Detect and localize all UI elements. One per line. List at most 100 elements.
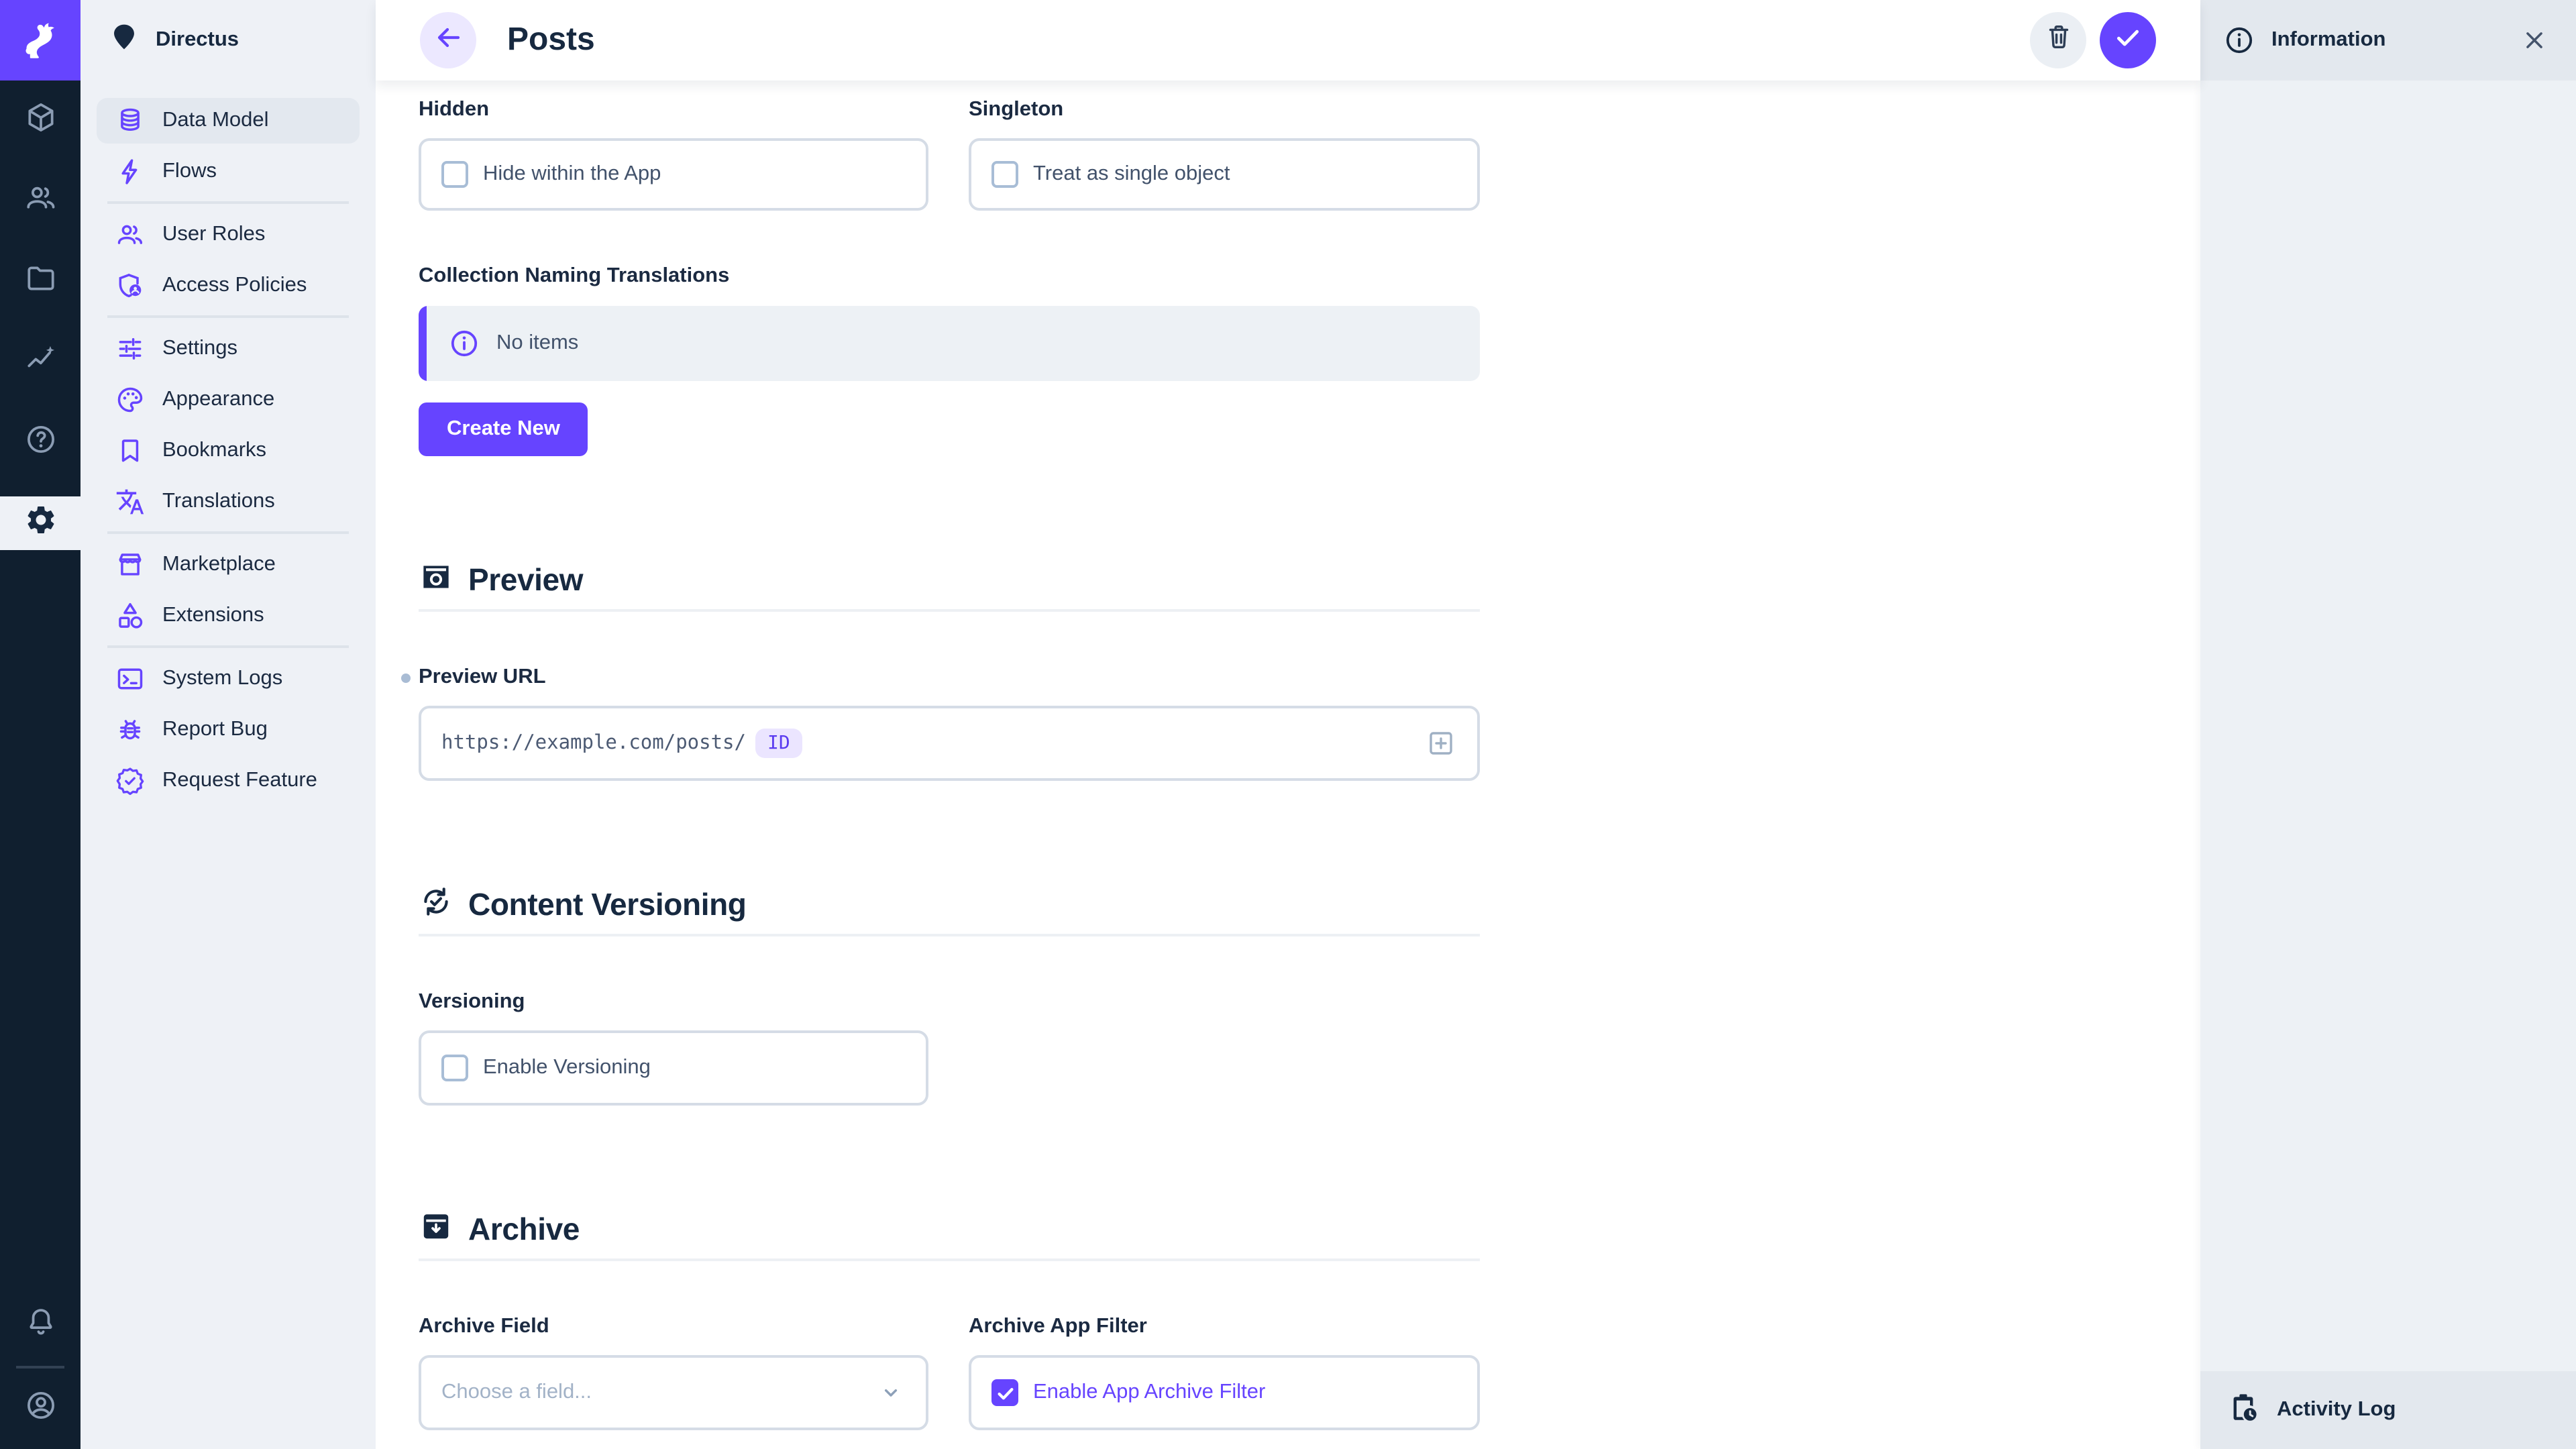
select-placeholder: Choose a field... bbox=[441, 1381, 876, 1405]
nav-sidebar: Directus Data Model bbox=[80, 0, 376, 1449]
gear-icon bbox=[23, 503, 57, 543]
hidden-checkbox-field[interactable]: Hide within the App bbox=[419, 138, 928, 211]
edited-dot bbox=[401, 674, 411, 683]
arrow-back-icon bbox=[432, 21, 464, 60]
main-area: Posts bbox=[376, 0, 2200, 1449]
checkbox-label: Hide within the App bbox=[483, 162, 661, 186]
sidebar-item-label: Settings bbox=[162, 337, 237, 361]
sidebar-item-label: Data Model bbox=[162, 109, 269, 133]
section-heading: Content Versioning bbox=[419, 885, 1480, 923]
app-window: Directus Data Model bbox=[0, 0, 2576, 1449]
box-icon bbox=[23, 101, 57, 141]
sidebar-item-label: Access Policies bbox=[162, 274, 307, 298]
verified-icon bbox=[115, 766, 145, 796]
module-files[interactable] bbox=[0, 241, 80, 322]
section-divider bbox=[419, 934, 1480, 936]
field-versioning: Versioning Enable Versioning bbox=[419, 990, 928, 1106]
sidebar-item-data-model[interactable]: Data Model bbox=[97, 98, 360, 144]
sidebar-item-appearance[interactable]: Appearance bbox=[97, 377, 360, 423]
module-help[interactable] bbox=[0, 402, 80, 483]
shield-person-icon bbox=[115, 271, 145, 301]
add-box-icon[interactable] bbox=[1425, 727, 1457, 759]
sidebar-item-label: User Roles bbox=[162, 223, 265, 247]
section-archive: Archive Archive Field Choose a field... bbox=[419, 1210, 1480, 1430]
back-button[interactable] bbox=[420, 12, 476, 68]
section-heading: Preview bbox=[419, 561, 1480, 598]
database-icon bbox=[115, 106, 145, 136]
account-button[interactable] bbox=[0, 1368, 80, 1449]
sidebar-item-label: Flows bbox=[162, 160, 217, 184]
create-new-button[interactable]: Create New bbox=[419, 402, 588, 456]
module-content[interactable] bbox=[0, 80, 80, 161]
sidebar-item-settings[interactable]: Settings bbox=[97, 326, 360, 372]
project-header[interactable]: Directus bbox=[80, 0, 376, 80]
people-icon bbox=[23, 181, 57, 221]
nav-list: Data Model Flows User Roles bbox=[80, 80, 376, 826]
activity-log-label: Activity Log bbox=[2277, 1398, 2396, 1422]
archive-field-select[interactable]: Choose a field... bbox=[419, 1355, 928, 1430]
checkbox-unchecked[interactable] bbox=[441, 161, 468, 188]
sidebar-item-system-logs[interactable]: System Logs bbox=[97, 656, 360, 702]
pin-icon bbox=[109, 21, 140, 59]
close-icon[interactable] bbox=[2520, 25, 2549, 55]
activity-log-button[interactable]: Activity Log bbox=[2200, 1371, 2576, 1449]
delete-button[interactable] bbox=[2030, 12, 2086, 68]
sidebar-item-report-bug[interactable]: Report Bug bbox=[97, 707, 360, 753]
preview-url-input[interactable]: https://example.com/posts/ ID bbox=[419, 706, 1480, 781]
field-label: Versioning bbox=[419, 990, 928, 1014]
checkbox-unchecked[interactable] bbox=[441, 1055, 468, 1081]
section-heading: Archive bbox=[419, 1210, 1480, 1248]
checkbox-unchecked[interactable] bbox=[991, 161, 1018, 188]
directus-logo[interactable] bbox=[0, 0, 80, 80]
info-sidebar-header[interactable]: Information bbox=[2200, 0, 2576, 80]
versioning-checkbox-field[interactable]: Enable Versioning bbox=[419, 1030, 928, 1106]
check-icon bbox=[2112, 21, 2144, 60]
sidebar-item-translations[interactable]: Translations bbox=[97, 479, 360, 525]
sidebar-item-label: Marketplace bbox=[162, 553, 276, 577]
sidebar-item-bookmarks[interactable]: Bookmarks bbox=[97, 428, 360, 474]
notifications-button[interactable] bbox=[0, 1285, 80, 1366]
bookmark-icon bbox=[115, 436, 145, 466]
field-singleton: Singleton Treat as single object bbox=[969, 98, 1480, 211]
rabbit-icon bbox=[15, 11, 66, 69]
bell-icon bbox=[23, 1305, 57, 1346]
sidebar-item-extensions[interactable]: Extensions bbox=[97, 593, 360, 639]
nav-divider bbox=[107, 315, 349, 318]
checkbox-checked[interactable] bbox=[991, 1379, 1018, 1406]
bolt-icon bbox=[115, 157, 145, 186]
checkbox-label: Enable App Archive Filter bbox=[1033, 1381, 1265, 1405]
insights-icon bbox=[23, 342, 57, 382]
sidebar-item-access-policies[interactable]: Access Policies bbox=[97, 263, 360, 309]
module-users[interactable] bbox=[0, 161, 80, 241]
settings-form-scroll[interactable]: Hidden Hide within the App Singleton Tre… bbox=[376, 80, 2200, 1449]
terminal-icon bbox=[115, 664, 145, 694]
field-preview-url: Preview URL https://example.com/posts/ I… bbox=[419, 665, 1480, 781]
palette-icon bbox=[115, 385, 145, 415]
section-divider bbox=[419, 1258, 1480, 1261]
singleton-checkbox-field[interactable]: Treat as single object bbox=[969, 138, 1480, 211]
sidebar-title: Information bbox=[2271, 28, 2520, 52]
archive-filter-checkbox-field[interactable]: Enable App Archive Filter bbox=[969, 1355, 1480, 1430]
sidebar-item-user-roles[interactable]: User Roles bbox=[97, 212, 360, 258]
section-content-versioning: Content Versioning Versioning Enable Ver… bbox=[419, 885, 1480, 1106]
nav-divider bbox=[107, 201, 349, 204]
sidebar-item-flows[interactable]: Flows bbox=[97, 149, 360, 195]
users-icon bbox=[115, 220, 145, 250]
module-insights[interactable] bbox=[0, 322, 80, 402]
field-label: Archive App Filter bbox=[969, 1315, 1480, 1339]
sidebar-item-request-feature[interactable]: Request Feature bbox=[97, 758, 360, 804]
nav-divider bbox=[107, 645, 349, 648]
field-label: Hidden bbox=[419, 98, 928, 122]
archive-icon bbox=[419, 1208, 453, 1250]
section-title: Preview bbox=[468, 561, 583, 598]
module-settings[interactable] bbox=[0, 483, 80, 564]
account-icon bbox=[23, 1389, 57, 1429]
save-button[interactable] bbox=[2100, 12, 2156, 68]
section-title: Content Versioning bbox=[468, 886, 747, 922]
folder-icon bbox=[23, 262, 57, 302]
sidebar-item-marketplace[interactable]: Marketplace bbox=[97, 542, 360, 588]
sidebar-item-label: Report Bug bbox=[162, 718, 268, 742]
versioning-icon bbox=[419, 883, 453, 925]
field-archive-app-filter: Archive App Filter Enable App Archive Fi… bbox=[969, 1315, 1480, 1430]
id-field-chip[interactable]: ID bbox=[755, 729, 802, 758]
